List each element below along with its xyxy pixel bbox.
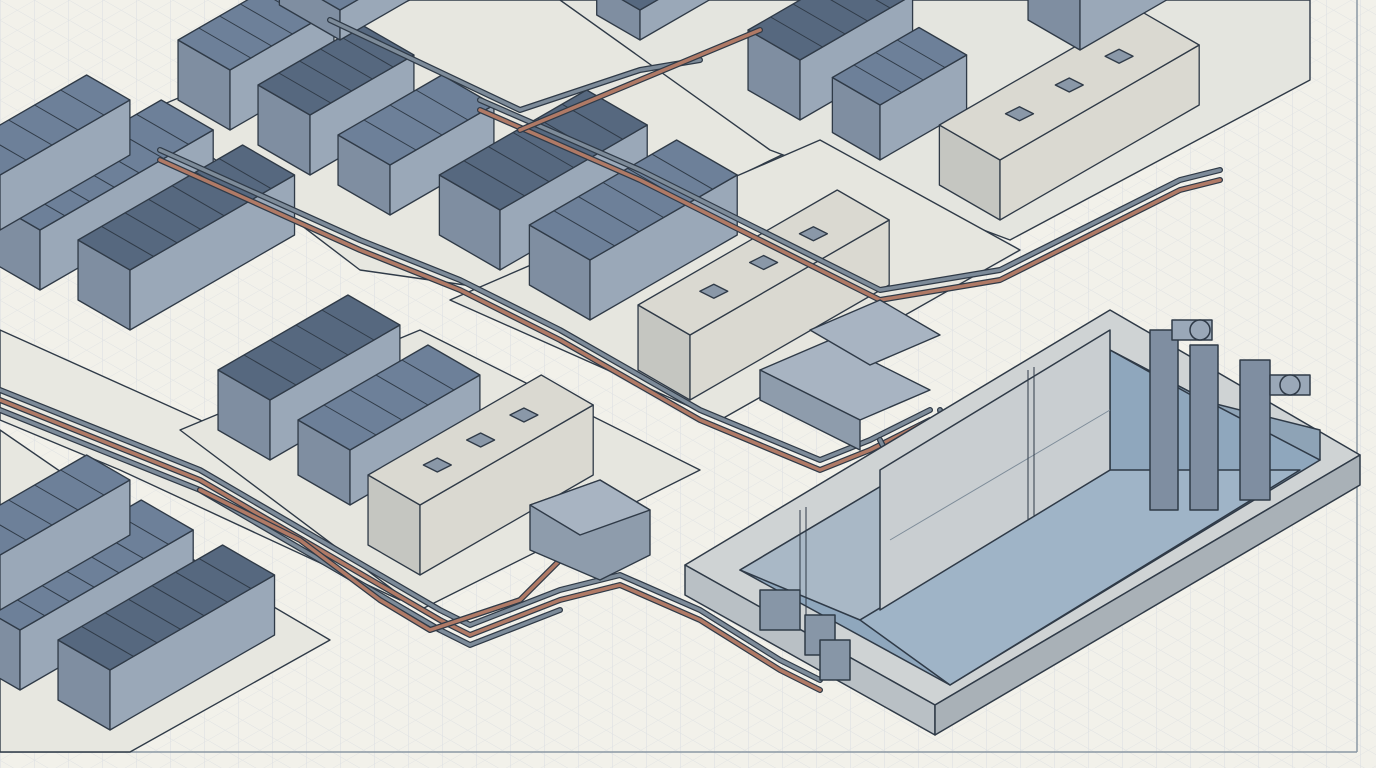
facility-scene [0,0,1376,768]
isometric-facility-illustration [0,0,1376,768]
